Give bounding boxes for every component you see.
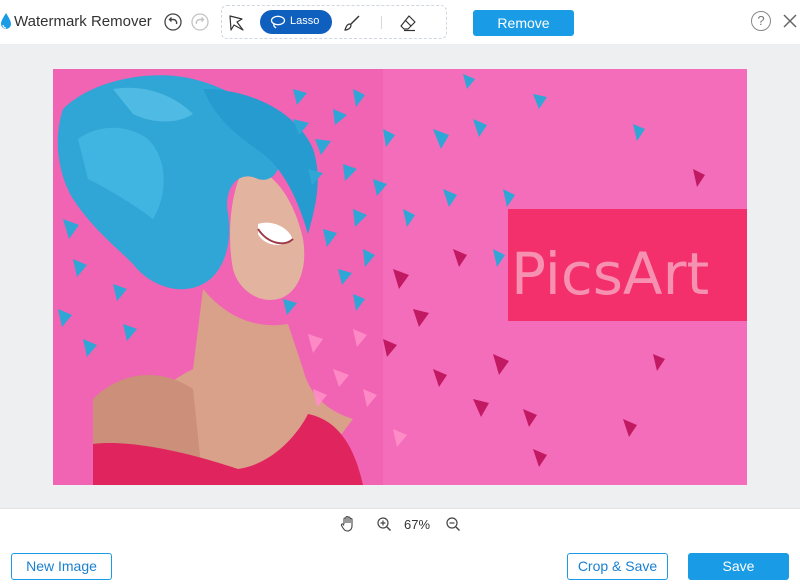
help-icon[interactable]: ? — [751, 11, 771, 31]
close-icon[interactable] — [781, 11, 799, 31]
app-logo-icon — [0, 12, 12, 30]
zoom-in-icon[interactable] — [376, 516, 392, 532]
save-button[interactable]: Save — [688, 553, 789, 580]
edited-image[interactable]: PicsArt — [53, 69, 747, 485]
lasso-icon — [270, 15, 286, 29]
brush-icon[interactable] — [342, 13, 362, 33]
app-title: Watermark Remover — [14, 13, 152, 30]
polygon-lasso-icon[interactable] — [227, 13, 247, 33]
lasso-tool-button[interactable]: Lasso — [260, 10, 332, 34]
crop-and-save-button[interactable]: Crop & Save — [567, 553, 668, 580]
undo-icon[interactable] — [164, 13, 182, 31]
eraser-icon[interactable] — [398, 13, 418, 33]
watermark-text: PicsArt — [511, 240, 709, 308]
editor-canvas[interactable]: PicsArt — [0, 44, 800, 508]
zoom-bar: 67% — [0, 508, 800, 538]
top-bar: Watermark Remover Lasso Remove ? — [0, 0, 800, 44]
zoom-out-icon[interactable] — [445, 516, 461, 532]
tool-divider — [381, 16, 382, 29]
hand-icon[interactable] — [340, 515, 356, 532]
selection-tool-group: Lasso — [221, 5, 447, 39]
footer-bar: New Image Crop & Save Save — [0, 538, 800, 588]
redo-icon[interactable] — [191, 13, 209, 31]
remove-button[interactable]: Remove — [473, 10, 574, 36]
zoom-level: 67% — [404, 517, 431, 532]
new-image-button[interactable]: New Image — [11, 553, 112, 580]
lasso-tool-label: Lasso — [290, 15, 320, 27]
